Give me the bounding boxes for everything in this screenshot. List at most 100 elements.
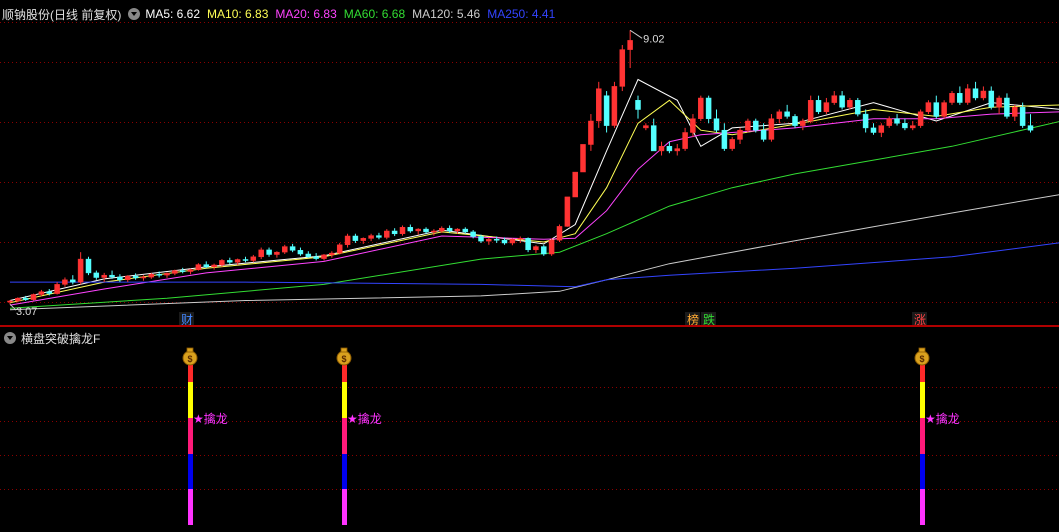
signal-label: ★擒龙 <box>925 411 960 426</box>
candle-body <box>917 111 924 126</box>
candle <box>368 233 374 242</box>
candle <box>698 95 704 121</box>
event-marker-bang[interactable]: 榜 <box>687 312 699 327</box>
candle <box>164 272 170 278</box>
candle-body <box>117 276 123 281</box>
candle-body <box>533 246 539 251</box>
signal-bar-segment <box>342 489 347 525</box>
candle <box>556 224 563 243</box>
candle-body <box>698 97 704 119</box>
candle <box>902 118 908 131</box>
event-marker-cai[interactable]: 财 <box>181 313 193 327</box>
candle-body <box>274 251 280 255</box>
candle-body <box>266 249 272 255</box>
candle-body <box>462 228 469 233</box>
candle-body <box>38 291 45 295</box>
indicator-panel[interactable]: $ ★擒龙 $ ★擒龙 $ ★擒龙 横盘突破擒龙F <box>0 327 1059 529</box>
candle-body <box>1019 106 1026 126</box>
candle <box>964 84 971 105</box>
candle <box>407 224 414 233</box>
candle-body <box>148 274 155 278</box>
candlestick-chart[interactable]: 9.02 3.07 财 榜 跌 涨 <box>0 0 1059 327</box>
signal-label: ★擒龙 <box>193 411 228 426</box>
candle <box>187 268 194 275</box>
candle <box>580 144 586 173</box>
candle <box>313 253 319 261</box>
candle-body <box>352 235 359 241</box>
candle-body <box>572 171 578 198</box>
candle <box>125 275 131 283</box>
candle-body <box>784 111 790 117</box>
candle <box>894 114 900 126</box>
candle <box>117 274 123 283</box>
candle-body <box>941 102 947 117</box>
candle <box>886 116 892 128</box>
main-chart-header: 顺钠股份(日线 前复权) MA5: 6.62 MA10: 6.83 MA20: … <box>2 6 562 22</box>
candle-body <box>227 260 233 263</box>
candle <box>30 293 37 301</box>
candle-body <box>902 123 908 129</box>
event-marker-zhang[interactable]: 涨 <box>914 312 926 327</box>
candle-body <box>391 230 398 235</box>
chevron-down-icon[interactable] <box>128 8 141 20</box>
candle <box>399 225 406 236</box>
candle-body <box>470 231 476 237</box>
main-chart-panel[interactable]: 9.02 3.07 财 榜 跌 涨 顺钠股份(日线 前复权) MA5: 6.62… <box>0 0 1059 327</box>
event-markers: 财 榜 跌 涨 <box>179 312 927 327</box>
candle-body <box>894 118 900 124</box>
candle-body <box>7 300 13 303</box>
candle-body <box>478 236 484 242</box>
candle-body <box>329 252 335 256</box>
event-marker-die[interactable]: 跌 <box>703 312 715 327</box>
candle <box>596 81 602 128</box>
qinlong-signal[interactable]: $ ★擒龙 <box>336 347 382 525</box>
candle <box>297 247 304 256</box>
candle <box>980 86 987 101</box>
candle-body <box>313 256 319 259</box>
indicator-title: 横盘突破擒龙F <box>21 331 101 346</box>
signal-markers: $ ★擒龙 $ ★擒龙 $ ★擒龙 <box>182 347 960 525</box>
qinlong-signal[interactable]: $ ★擒龙 <box>182 347 228 525</box>
candle <box>988 86 995 110</box>
candle-body <box>360 238 367 241</box>
indicator-chart[interactable]: $ ★擒龙 $ ★擒龙 $ ★擒龙 <box>0 327 1059 529</box>
qinlong-signal[interactable]: $ ★擒龙 <box>914 347 960 525</box>
candle <box>807 95 814 124</box>
candle <box>101 272 107 283</box>
candle-body <box>211 264 217 268</box>
ma60-legend: MA60: 6.68 <box>343 7 406 21</box>
chevron-down-icon[interactable] <box>4 332 16 344</box>
ma5-legend: MA5: 6.62 <box>145 7 201 21</box>
candle-body <box>957 93 963 103</box>
candle <box>603 91 610 133</box>
candle-body <box>258 249 264 258</box>
candle-body <box>933 102 940 117</box>
candle-body <box>336 244 343 254</box>
candle-body <box>376 235 382 238</box>
candle-body <box>980 90 987 99</box>
candle-body <box>1012 106 1018 117</box>
candle <box>611 81 618 128</box>
candle <box>721 123 728 151</box>
candle-body <box>996 97 1002 108</box>
svg-text:$: $ <box>919 354 924 364</box>
candle-body <box>132 275 139 279</box>
candle <box>321 254 327 261</box>
candle-body <box>831 95 838 103</box>
candle-body <box>729 139 735 149</box>
candle-body <box>282 246 288 253</box>
candle-body <box>541 246 547 255</box>
candle-body <box>486 239 492 242</box>
candle-body <box>156 274 162 276</box>
candle <box>541 244 547 256</box>
low-price-label: 3.07 <box>16 306 37 318</box>
candle <box>957 86 963 105</box>
candle-body <box>556 226 563 241</box>
candle-body <box>682 132 688 149</box>
candle <box>85 256 92 276</box>
candle-body <box>596 88 602 122</box>
candle <box>792 114 798 128</box>
candle-body <box>674 148 681 152</box>
candle <box>949 91 955 105</box>
candle-body <box>650 125 657 152</box>
